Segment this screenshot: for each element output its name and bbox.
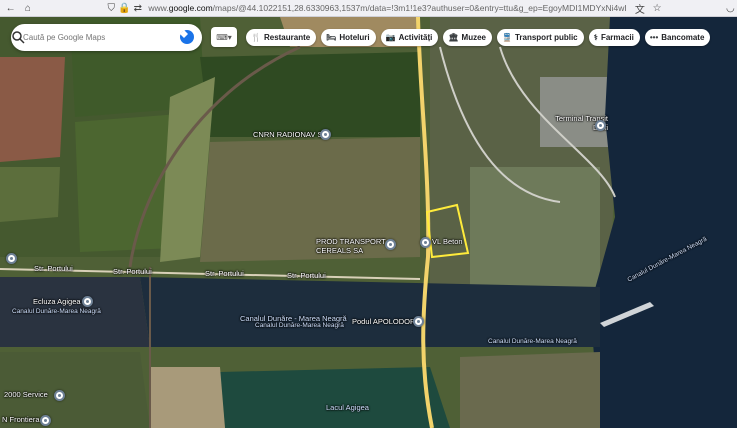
bookmark-star-icon[interactable]: ☆ — [651, 1, 664, 15]
restaurant-icon: 🍴 — [251, 33, 261, 42]
place-label[interactable]: VL Beton — [432, 237, 463, 246]
poi-pin-icon[interactable] — [595, 120, 606, 131]
chip-restaurante[interactable]: 🍴 Restaurante — [246, 29, 317, 46]
back-icon[interactable]: ← — [4, 1, 17, 15]
search-box[interactable] — [11, 24, 202, 51]
poi-pin-icon[interactable] — [6, 253, 17, 264]
poi-pin-icon[interactable] — [40, 415, 51, 426]
address-bar[interactable]: www.google.com/maps/@44.1022151,28.63309… — [148, 3, 627, 13]
chip-label: Hoteluri — [339, 33, 370, 42]
category-chips: 🍴 Restaurante 🛏 Hoteluri 📷 Activități 🏛 Muzee 🚆 T… — [246, 29, 711, 46]
place-label[interactable]: Ecluza Agigea — [33, 297, 81, 306]
road-label[interactable]: Str. Portului — [34, 264, 73, 273]
camera-icon: 📷 — [385, 33, 396, 42]
water-label: Canalul Dunăre-Marea Neagră — [12, 308, 101, 315]
water-label: Canalul Dunăre-Marea Neagră — [255, 322, 344, 329]
permissions-icon[interactable]: ⇄ — [131, 1, 144, 15]
more-icon: ••• — [649, 33, 659, 42]
search-icon[interactable] — [11, 30, 25, 44]
poi-pin-icon[interactable] — [320, 129, 331, 140]
place-label[interactable]: Podul APOLODOR — [352, 317, 415, 326]
chip-label: Restaurante — [263, 33, 311, 42]
pocket-icon[interactable]: ◡ — [724, 1, 737, 15]
poi-pin-icon[interactable] — [420, 237, 431, 248]
poi-pin-icon[interactable] — [385, 239, 396, 250]
keyboard-icon: ⌨▾ — [216, 32, 232, 42]
chip-label: Bancomate — [661, 33, 705, 42]
chip-transport-public[interactable]: 🚆 Transport public — [496, 29, 584, 46]
transit-icon: 🚆 — [501, 33, 512, 42]
place-label[interactable]: CNRN RADIONAV SA — [253, 130, 327, 139]
screen: ← ⌂ ⛉ 🔒 ⇄ www.google.com/maps/@44.102215… — [0, 0, 737, 428]
water-label: Lacul Agigea — [326, 403, 369, 412]
chip-activit-i[interactable]: 📷 Activități — [380, 29, 439, 46]
satellite-map[interactable]: ⌨▾ 🍴Restaurante🛏Hoteluri📷Activități🏛Muze… — [0, 17, 737, 428]
road-label[interactable]: Str. Portului — [205, 269, 244, 278]
chip-bancomate[interactable]: ••• Bancomate — [644, 29, 711, 46]
chip-farmacii[interactable]: ⚕ Farmacii — [588, 29, 640, 46]
place-label[interactable]: PROD TRANSPORT CEREALS SA — [316, 237, 386, 255]
bridge-pin-icon[interactable] — [413, 316, 424, 327]
place-label[interactable]: 2000 Service — [4, 390, 48, 399]
poi-pin-icon[interactable] — [54, 390, 65, 401]
poi-pin-icon[interactable] — [82, 296, 93, 307]
search-input[interactable] — [23, 33, 158, 42]
chip-muzee[interactable]: 🏛 Muzee — [443, 29, 492, 46]
chip-label: Muzee — [461, 33, 486, 42]
chip-hoteluri[interactable]: 🛏 Hoteluri — [321, 29, 376, 46]
road-label[interactable]: Str. Portului — [287, 271, 326, 280]
keyboard-layers-button[interactable]: ⌨▾ — [211, 27, 237, 47]
water-label: Canalul Dunăre-Marea Neagră — [488, 338, 577, 345]
chip-label: Transport public — [514, 33, 578, 42]
home-icon[interactable]: ⌂ — [21, 1, 34, 15]
museum-icon: 🏛 — [448, 33, 459, 42]
road-label[interactable]: Str. Portului — [113, 267, 152, 276]
map-imagery — [0, 17, 737, 428]
directions-icon[interactable] — [180, 30, 194, 44]
translate-icon[interactable]: 文 — [633, 1, 646, 16]
browser-toolbar: ← ⌂ ⛉ 🔒 ⇄ www.google.com/maps/@44.102215… — [0, 0, 737, 17]
place-label[interactable]: N Frontiera — [2, 415, 40, 424]
hotel-icon: 🛏 — [326, 33, 337, 42]
chip-label: Farmacii — [600, 33, 634, 42]
chip-label: Activități — [398, 33, 433, 42]
shield-icon[interactable]: ⛉ — [105, 1, 118, 15]
pharmacy-icon: ⚕ — [593, 33, 598, 42]
lock-icon[interactable]: 🔒 — [118, 1, 131, 15]
